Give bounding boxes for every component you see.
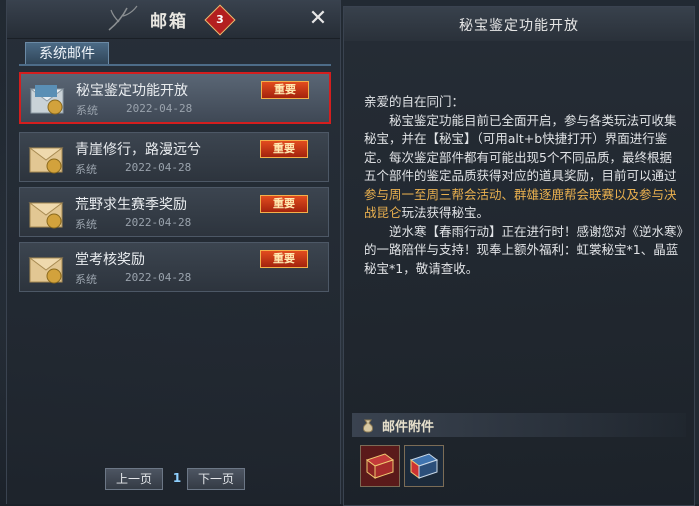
mail-title: 荒野求生赛季奖励 — [75, 197, 187, 213]
mail-text: 玩法获得秘宝。 — [401, 205, 490, 220]
unread-count-badge: 3 — [204, 4, 236, 36]
tab-system-mail[interactable]: 系统邮件 — [25, 42, 109, 65]
opened-mail-icon — [29, 85, 65, 115]
sealed-mail-icon — [28, 147, 64, 174]
mail-title: 堂考核奖励 — [75, 252, 145, 268]
sealed-mail-icon — [28, 202, 64, 229]
prev-page-button[interactable]: 上一页 — [105, 468, 163, 490]
attachment-item-slot[interactable] — [404, 445, 444, 487]
mailbox-title-bar: 邮箱 3 ✕ — [7, 0, 340, 39]
blue-treasure-box-icon — [405, 446, 443, 486]
mail-date: 2022-04-28 — [125, 161, 192, 174]
important-tag: 重要 — [260, 250, 308, 268]
attachment-item-slot[interactable] — [360, 445, 400, 487]
mail-sender: 系统 — [75, 218, 97, 231]
money-bag-icon — [363, 419, 373, 433]
important-tag: 重要 — [261, 81, 309, 99]
detail-title: 秘宝鉴定功能开放 — [459, 18, 579, 34]
detail-title-bar: 秘宝鉴定功能开放 — [344, 7, 694, 41]
mail-sender: 系统 — [76, 104, 98, 117]
next-page-button[interactable]: 下一页 — [187, 468, 245, 490]
mail-item[interactable]: 荒野求生赛季奖励 系统 2022-04-28 重要 — [19, 187, 329, 237]
mail-title: 秘宝鉴定功能开放 — [76, 83, 188, 99]
mail-title: 青崖修行，路漫远兮 — [75, 142, 201, 158]
important-tag: 重要 — [260, 195, 308, 213]
mail-date: 2022-04-28 — [125, 271, 192, 284]
mailbox-panel: 邮箱 3 ✕ 系统邮件 秘宝鉴定功能开放 系统 2022-04-28 重要 青崖… — [6, 0, 341, 504]
mail-paragraph-1: 秘宝鉴定功能目前已全面开启，参与各类玩法可收集秘宝，并在【秘宝】（可用alt+b… — [364, 112, 684, 223]
close-icon[interactable]: ✕ — [307, 8, 329, 30]
mail-detail-panel: 秘宝鉴定功能开放 亲爱的自在同门： 秘宝鉴定功能目前已全面开启，参与各类玩法可收… — [343, 6, 695, 506]
mail-item[interactable]: 青崖修行，路漫远兮 系统 2022-04-28 重要 — [19, 132, 329, 182]
attachments-label: 邮件附件 — [382, 420, 435, 435]
attachments-header: 邮件附件 — [352, 413, 686, 437]
mail-date: 2022-04-28 — [125, 216, 192, 229]
mail-sender: 系统 — [75, 163, 97, 176]
mail-text: 秘宝鉴定功能目前已全面开启，参与各类玩法可收集秘宝，并在【秘宝】（可用alt+b… — [364, 112, 677, 184]
mailbox-title: 邮箱 — [150, 12, 188, 32]
branch-decoration-icon — [108, 5, 138, 31]
mail-greeting: 亲爱的自在同门： — [364, 94, 465, 109]
mail-date: 2022-04-28 — [126, 102, 193, 115]
red-treasure-box-icon — [361, 446, 399, 486]
tab-divider — [19, 64, 331, 66]
mail-sender: 系统 — [75, 273, 97, 286]
mail-paragraph-2: 逆水寒【春雨行动】正在进行时！感谢您对《逆水寒》的一路陪伴与支持！现奉上额外福利… — [364, 223, 683, 276]
page-number: 1 — [172, 471, 182, 485]
mail-body: 亲爱的自在同门： 秘宝鉴定功能目前已全面开启，参与各类玩法可收集秘宝，并在【秘宝… — [364, 93, 684, 278]
important-tag: 重要 — [260, 140, 308, 158]
unread-count: 3 — [216, 13, 224, 26]
mail-item[interactable]: 堂考核奖励 系统 2022-04-28 重要 — [19, 242, 329, 292]
mail-item-selected[interactable]: 秘宝鉴定功能开放 系统 2022-04-28 重要 — [19, 72, 331, 124]
sealed-mail-icon — [28, 257, 64, 284]
